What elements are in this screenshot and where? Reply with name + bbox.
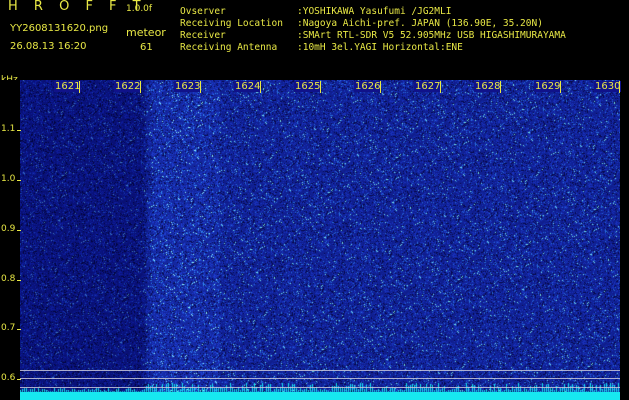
spectrogram-canvas bbox=[20, 80, 620, 400]
reference-line bbox=[20, 387, 620, 388]
time-tick-mark bbox=[200, 81, 201, 93]
time-tick-mark bbox=[440, 81, 441, 93]
carrier-signal-band bbox=[20, 392, 620, 400]
time-tick-label: 1623 bbox=[174, 81, 202, 92]
reference-line bbox=[20, 378, 620, 379]
time-tick-label: 1625 bbox=[294, 81, 322, 92]
y-tick-mark bbox=[17, 379, 21, 380]
info-value: :SMArt RTL-SDR V5 52.905MHz USB HIGASHIM… bbox=[297, 30, 566, 41]
time-tick-label: 1622 bbox=[114, 81, 142, 92]
count-value: 61 bbox=[140, 42, 153, 53]
right-border bbox=[620, 80, 629, 400]
y-tick-mark bbox=[17, 180, 21, 181]
info-key: Receiving Antenna bbox=[180, 42, 278, 53]
time-tick-mark bbox=[560, 81, 561, 93]
info-value: :Nagoya Aichi-pref. JAPAN (136.90E, 35.2… bbox=[297, 18, 543, 29]
time-tick-label: 1621 bbox=[54, 81, 82, 92]
reference-line bbox=[20, 370, 620, 371]
mode-label: meteor bbox=[126, 26, 166, 39]
file-name: YY2608131620.png bbox=[10, 23, 109, 34]
time-tick-mark bbox=[619, 81, 620, 93]
header-panel: H R O F F T 1.0.0f YY2608131620.png mete… bbox=[0, 0, 629, 80]
y-tick-mark bbox=[17, 280, 21, 281]
y-tick-label: 1.0 bbox=[1, 174, 16, 184]
time-tick-mark bbox=[140, 81, 141, 93]
y-tick-label: 0.6 bbox=[1, 373, 16, 383]
time-tick-mark bbox=[260, 81, 261, 93]
y-tick-mark bbox=[17, 130, 21, 131]
time-tick-mark bbox=[320, 81, 321, 93]
time-tick-label: 1627 bbox=[414, 81, 442, 92]
info-value: :YOSHIKAWA Yasufumi /JG2MLI bbox=[297, 6, 452, 17]
y-tick-label: 0.8 bbox=[1, 274, 16, 284]
app-version: 1.0.0f bbox=[126, 4, 153, 14]
y-tick-label: 0.9 bbox=[1, 224, 16, 234]
info-key: Receiver bbox=[180, 30, 226, 41]
time-tick-mark bbox=[380, 81, 381, 93]
info-row-location: Receiving Location :Nagoya Aichi-pref. JA… bbox=[180, 18, 543, 29]
info-value: :10mH 3el.YAGI Horizontal:ENE bbox=[297, 42, 463, 53]
info-row-receiver: Receiver :SMArt RTL-SDR V5 52.905MHz USB … bbox=[180, 30, 566, 41]
info-row-observer: Ovserver :YOSHIKAWA Yasufumi /JG2MLI bbox=[180, 6, 451, 17]
y-tick-label: 0.7 bbox=[1, 323, 16, 333]
info-key: Receiving Location bbox=[180, 18, 283, 29]
time-tick-label: 1629 bbox=[534, 81, 562, 92]
time-tick-label: 1628 bbox=[474, 81, 502, 92]
info-row-antenna: Receiving Antenna :10mH 3el.YAGI Horizont… bbox=[180, 42, 463, 53]
y-tick-label: 1.1 bbox=[1, 124, 16, 134]
time-tick-mark bbox=[79, 81, 80, 93]
time-tick-label: 1626 bbox=[354, 81, 382, 92]
y-tick-mark bbox=[17, 329, 21, 330]
time-tick-mark bbox=[500, 81, 501, 93]
date-time: 26.08.13 16:20 bbox=[10, 41, 87, 52]
y-tick-mark bbox=[17, 230, 21, 231]
time-tick-label: 1624 bbox=[234, 81, 262, 92]
time-tick-label: 1630 bbox=[594, 81, 622, 92]
spectrogram[interactable] bbox=[20, 80, 620, 400]
info-key: Ovserver bbox=[180, 6, 226, 17]
